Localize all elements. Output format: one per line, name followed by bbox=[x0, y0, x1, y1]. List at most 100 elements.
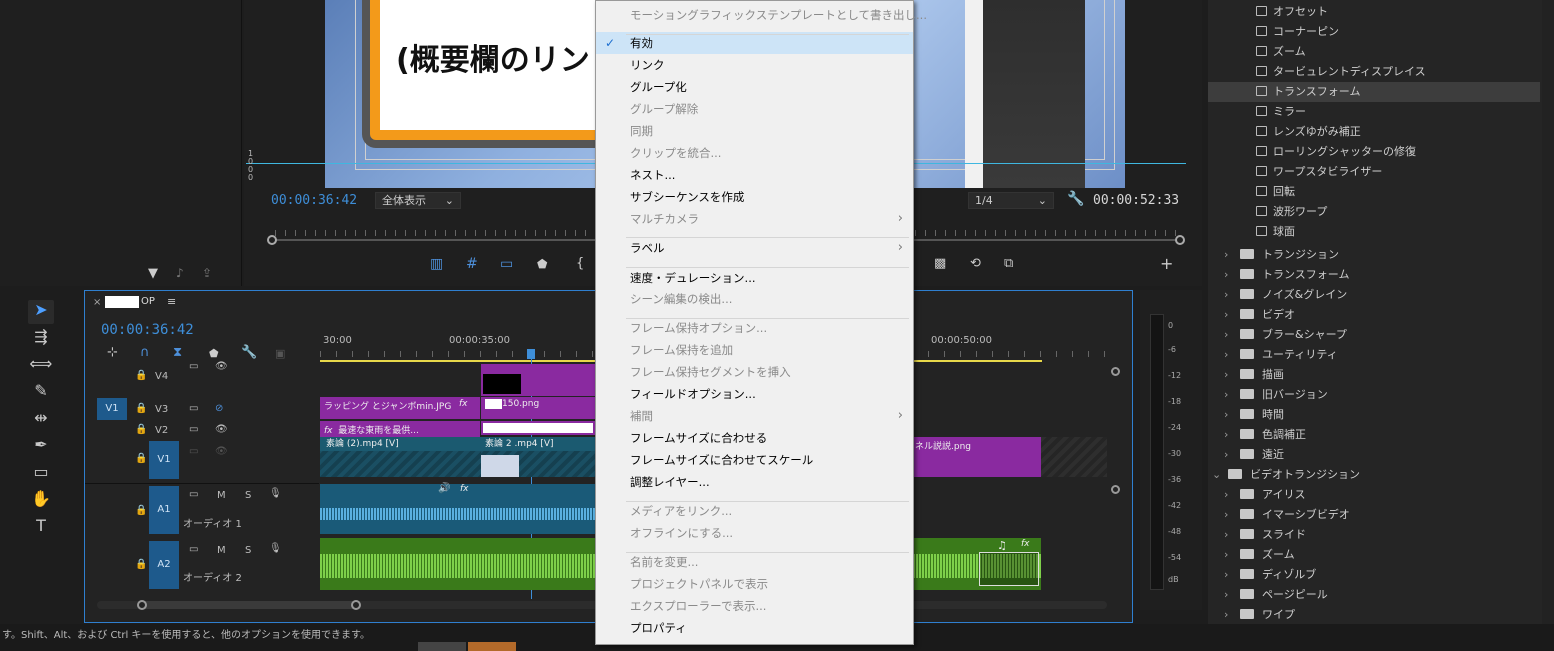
menu-item-10[interactable]: ラベル › bbox=[596, 237, 913, 259]
effect-folder[interactable]: › ブラー&シャープ bbox=[1208, 325, 1540, 345]
timeline-vertical-scroll[interactable] bbox=[1110, 363, 1122, 595]
menu-item-20[interactable]: 調整レイヤー... bbox=[596, 471, 913, 493]
clip-v4[interactable] bbox=[481, 364, 595, 396]
menu-item-1[interactable]: ✓ 有効 bbox=[596, 32, 913, 54]
lock-icon[interactable]: 🔒 bbox=[135, 559, 147, 570]
add-marker-icon[interactable]: ⬟ bbox=[209, 347, 219, 360]
effect-item[interactable]: トランスフォーム bbox=[1208, 82, 1540, 102]
close-tab-icon[interactable]: × bbox=[93, 297, 101, 308]
menu-item-26[interactable]: プロパティ bbox=[596, 617, 913, 639]
effect-folder[interactable]: › ノイズ&グレイン bbox=[1208, 285, 1540, 305]
slip-tool-icon[interactable]: ⇹ bbox=[28, 408, 54, 432]
effect-folder[interactable]: › トランジション bbox=[1208, 245, 1540, 265]
effect-folder[interactable]: › 時間 bbox=[1208, 405, 1540, 425]
lock-icon[interactable]: 🔒 bbox=[135, 370, 147, 381]
transition-folder[interactable]: › ワイプ bbox=[1208, 605, 1540, 625]
in-knob[interactable] bbox=[267, 235, 277, 245]
grid-icon[interactable]: # bbox=[466, 256, 478, 272]
transition-folder[interactable]: › ディゾルブ bbox=[1208, 565, 1540, 585]
clip-a2-b[interactable]: ♫ fx bbox=[913, 538, 1041, 590]
eye-icon[interactable]: 👁 bbox=[215, 446, 228, 457]
menu-item-8[interactable]: サブシーケンスを作成 bbox=[596, 186, 913, 208]
track-output-icon[interactable]: ▭ bbox=[189, 446, 198, 457]
effect-item[interactable]: 回転 bbox=[1208, 182, 1540, 202]
menu-icon[interactable]: ≡ bbox=[167, 295, 176, 308]
timeline-timecode[interactable]: 00:00:36:42 bbox=[101, 322, 194, 338]
mute-button-a1[interactable]: M bbox=[217, 490, 226, 501]
menu-item-2[interactable]: リンク bbox=[596, 54, 913, 76]
type-tool-icon[interactable]: T bbox=[28, 516, 54, 540]
track-output-icon[interactable]: ▭ bbox=[189, 489, 198, 500]
track-output-icon[interactable]: ▭ bbox=[189, 424, 198, 435]
transition-folder[interactable]: › ズーム bbox=[1208, 545, 1540, 565]
playhead-handle[interactable] bbox=[527, 349, 535, 359]
microphone-icon[interactable]: 🎙 bbox=[269, 543, 282, 554]
ripple-edit-tool-icon[interactable]: ⟺ bbox=[28, 354, 54, 378]
effect-item[interactable]: オフセット bbox=[1208, 2, 1540, 22]
zoom-select[interactable]: 全体表示 ⌄ bbox=[375, 192, 461, 209]
track-output-icon[interactable]: ▭ bbox=[189, 403, 198, 414]
menu-item-3[interactable]: グループ化 bbox=[596, 76, 913, 98]
effect-item[interactable]: ズーム bbox=[1208, 42, 1540, 62]
effect-folder[interactable]: › 旧バージョン bbox=[1208, 385, 1540, 405]
transition-folder[interactable]: › アイリス bbox=[1208, 485, 1540, 505]
nest-icon[interactable]: ⊹ bbox=[107, 345, 118, 360]
aspect-icon[interactable]: ▭ bbox=[500, 256, 513, 272]
track-name-v1[interactable]: V1 bbox=[149, 441, 179, 479]
effect-folder-video-transitions[interactable]: ⌄ ビデオトランジション bbox=[1208, 465, 1540, 485]
track-output-icon[interactable]: ▭ bbox=[189, 544, 198, 555]
mark-in-icon[interactable]: { bbox=[576, 256, 584, 271]
solo-button-a2[interactable]: S bbox=[245, 545, 251, 556]
effects-scrollbar[interactable] bbox=[1542, 0, 1554, 624]
program-timecode-current[interactable]: 00:00:36:42 bbox=[271, 193, 357, 208]
quality-select[interactable]: 1/4 ⌄ bbox=[968, 192, 1054, 209]
lock-icon[interactable]: 🔒 bbox=[135, 505, 147, 516]
eye-off-icon[interactable]: ⊘ bbox=[215, 403, 223, 414]
safe-margins-icon[interactable]: ▥ bbox=[430, 256, 443, 272]
marker-icon[interactable]: ⬟ bbox=[537, 257, 547, 271]
clip-v1-a[interactable]: 素論 (2).mp4 [V] bbox=[320, 437, 482, 477]
source-patch-v1[interactable]: V1 bbox=[97, 398, 127, 420]
clip-v3-b[interactable]: ■■150.png bbox=[481, 397, 595, 419]
clip-a2-a[interactable] bbox=[320, 538, 596, 590]
mute-button-a2[interactable]: M bbox=[217, 545, 226, 556]
export-frame-icon[interactable]: ▩ bbox=[934, 256, 946, 271]
selection-tool-icon[interactable]: ➤ bbox=[28, 300, 54, 324]
settings-wrench-icon[interactable]: 🔧 bbox=[241, 345, 257, 360]
add-button-icon[interactable]: + bbox=[1160, 254, 1173, 273]
menu-item-7[interactable]: ネスト... bbox=[596, 164, 913, 186]
transition-folder[interactable]: › イマーシブビデオ bbox=[1208, 505, 1540, 525]
effect-item[interactable]: タービュレントディスプレイス bbox=[1208, 62, 1540, 82]
effect-item[interactable]: ワープスタビライザー bbox=[1208, 162, 1540, 182]
effect-item[interactable]: ミラー bbox=[1208, 102, 1540, 122]
export-icon[interactable]: ⇪ bbox=[202, 266, 212, 280]
lock-icon[interactable]: 🔒 bbox=[135, 453, 147, 464]
wrench-icon[interactable]: 🔧 bbox=[1067, 191, 1084, 207]
effect-folder[interactable]: › 描画 bbox=[1208, 365, 1540, 385]
track-name-a1[interactable]: A1 bbox=[149, 486, 179, 534]
snap-icon[interactable]: ∩ bbox=[140, 345, 150, 360]
track-output-icon[interactable]: ▭ bbox=[189, 361, 198, 372]
clip-v1-c[interactable]: ネル説説.png bbox=[913, 437, 1041, 477]
sequence-tab[interactable]: OP bbox=[141, 296, 155, 307]
pen-tool-icon[interactable]: ✒ bbox=[28, 435, 54, 459]
captions-icon[interactable]: ▣ bbox=[275, 347, 285, 360]
effect-folder[interactable]: › トランスフォーム bbox=[1208, 265, 1540, 285]
track-name-a2[interactable]: A2 bbox=[149, 541, 179, 589]
music-icon[interactable]: ♪ bbox=[176, 266, 184, 280]
clip-v1-b[interactable]: 素論 2 .mp4 [V] bbox=[481, 437, 595, 477]
track-select-tool-icon[interactable]: ⇶ bbox=[28, 327, 54, 351]
filter-icon[interactable]: ▼ bbox=[148, 266, 158, 281]
lock-icon[interactable]: 🔒 bbox=[135, 424, 147, 435]
transition-folder[interactable]: › スライド bbox=[1208, 525, 1540, 545]
rectangle-tool-icon[interactable]: ▭ bbox=[28, 462, 54, 486]
transition-folder[interactable]: › ページピール bbox=[1208, 585, 1540, 605]
out-knob[interactable] bbox=[1175, 235, 1185, 245]
razor-tool-icon[interactable]: ✎ bbox=[28, 381, 54, 405]
lock-icon[interactable]: 🔒 bbox=[135, 403, 147, 414]
eye-icon[interactable]: 👁 bbox=[215, 361, 228, 372]
effect-folder[interactable]: › ユーティリティ bbox=[1208, 345, 1540, 365]
linked-selection-icon[interactable]: ⧗ bbox=[173, 345, 182, 360]
menu-item-16[interactable]: フィールドオプション... bbox=[596, 383, 913, 405]
hand-tool-icon[interactable]: ✋ bbox=[28, 489, 54, 513]
